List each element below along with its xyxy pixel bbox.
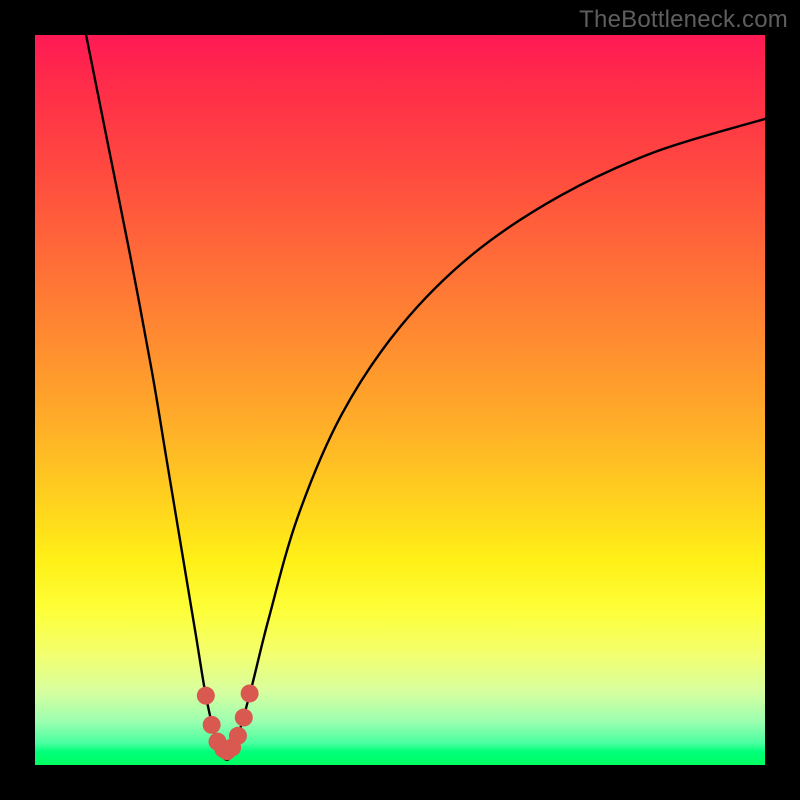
valley-marker — [241, 684, 259, 702]
valley-marker — [235, 709, 253, 727]
valley-marker — [197, 687, 215, 705]
bottleneck-curve — [86, 35, 765, 760]
watermark-text: TheBottleneck.com — [579, 6, 788, 34]
valley-marker — [203, 716, 221, 734]
curve-layer — [35, 35, 765, 765]
valley-marker — [229, 727, 247, 745]
plot-area — [35, 35, 765, 765]
valley-markers — [197, 684, 259, 760]
chart-frame: TheBottleneck.com — [0, 0, 800, 800]
